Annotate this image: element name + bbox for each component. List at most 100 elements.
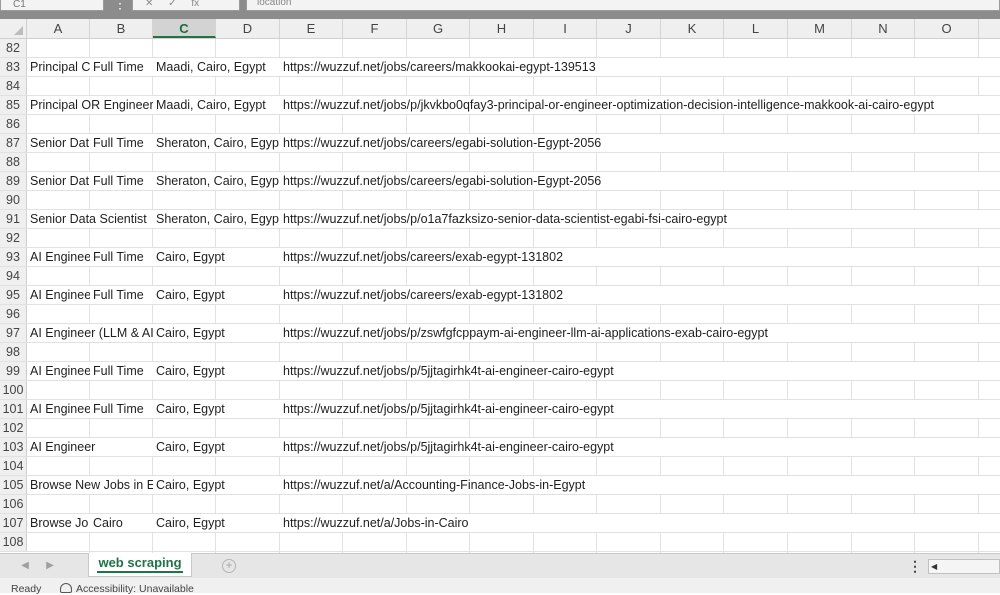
- cell-e[interactable]: https://wuzzuf.net/jobs/p/5jjtagirhk4t-a…: [280, 400, 1000, 418]
- cell-c[interactable]: Maadi, Cairo, Egypt: [153, 58, 280, 76]
- horizontal-scrollbar[interactable]: ◀: [928, 559, 1000, 574]
- cell-b[interactable]: Full Time: [90, 400, 153, 418]
- row-header[interactable]: 107: [0, 514, 27, 532]
- cell-a[interactable]: Browse Jo: [27, 514, 90, 532]
- cell-e[interactable]: https://wuzzuf.net/jobs/careers/makkooka…: [280, 58, 1000, 76]
- cell-e[interactable]: https://wuzzuf.net/jobs/careers/exab-egy…: [280, 248, 1000, 266]
- cell-c[interactable]: Cairo, Egypt: [153, 324, 280, 342]
- cell-e[interactable]: https://wuzzuf.net/jobs/careers/egabi-so…: [280, 172, 1000, 190]
- row-header[interactable]: 98: [0, 343, 27, 361]
- column-header-g[interactable]: G: [407, 19, 470, 38]
- more-options-icon[interactable]: ⋮: [908, 557, 922, 575]
- scroll-left-icon[interactable]: ◀: [931, 561, 941, 572]
- cell-c[interactable]: Sheraton, Cairo, Egyp: [153, 134, 280, 152]
- column-header-b[interactable]: B: [90, 19, 153, 38]
- cell-e[interactable]: https://wuzzuf.net/jobs/p/jkvkbo0qfay3-p…: [280, 96, 1000, 114]
- cell-c[interactable]: Sheraton, Cairo, Egyp: [153, 210, 280, 228]
- row-header[interactable]: 101: [0, 400, 27, 418]
- row-header[interactable]: 93: [0, 248, 27, 266]
- column-header-a[interactable]: A: [27, 19, 90, 38]
- cell-e[interactable]: https://wuzzuf.net/jobs/careers/egabi-so…: [280, 134, 1000, 152]
- row-header[interactable]: 82: [0, 39, 27, 57]
- row-header[interactable]: 92: [0, 229, 27, 247]
- cell-a[interactable]: Senior Dat: [27, 134, 90, 152]
- column-header-o[interactable]: O: [915, 19, 979, 38]
- row-header[interactable]: 89: [0, 172, 27, 190]
- cell-a[interactable]: AI Enginee: [27, 400, 90, 418]
- row-header[interactable]: 95: [0, 286, 27, 304]
- cell-e[interactable]: https://wuzzuf.net/jobs/p/5jjtagirhk4t-a…: [280, 362, 1000, 380]
- column-header-d[interactable]: D: [216, 19, 280, 38]
- cell-a[interactable]: Principal OR Engineer: [27, 96, 153, 114]
- cell-a[interactable]: Senior Dat: [27, 172, 90, 190]
- chevron-left-icon[interactable]: ◀: [18, 558, 32, 574]
- cell-c[interactable]: Cairo, Egypt: [153, 248, 280, 266]
- cell-a[interactable]: AI Enginee: [27, 362, 90, 380]
- enter-icon[interactable]: ✓: [168, 0, 176, 9]
- column-header-i[interactable]: I: [534, 19, 597, 38]
- column-header-e[interactable]: E: [280, 19, 343, 38]
- cell-b[interactable]: Full Time: [90, 172, 153, 190]
- cell-b[interactable]: Full Time: [90, 286, 153, 304]
- column-header-j[interactable]: J: [597, 19, 661, 38]
- cell-c[interactable]: Cairo, Egypt: [153, 476, 280, 494]
- cell-a[interactable]: Principal C: [27, 58, 90, 76]
- cell-e[interactable]: https://wuzzuf.net/jobs/p/5jjtagirhk4t-a…: [280, 438, 1000, 456]
- select-all-button[interactable]: [0, 19, 27, 38]
- row-header[interactable]: 83: [0, 58, 27, 76]
- formula-input[interactable]: location: [246, 0, 1000, 11]
- row-header[interactable]: 96: [0, 305, 27, 323]
- cell-c[interactable]: Cairo, Egypt: [153, 400, 280, 418]
- row-header[interactable]: 88: [0, 153, 27, 171]
- cell-e[interactable]: https://wuzzuf.net/jobs/p/zswfgfcppaym-a…: [280, 324, 1000, 342]
- row-header[interactable]: 86: [0, 115, 27, 133]
- cell-c[interactable]: Cairo, Egypt: [153, 362, 280, 380]
- cancel-icon[interactable]: ✕: [145, 0, 153, 9]
- cell-a[interactable]: Senior Data Scientist: [27, 210, 153, 228]
- cell-a[interactable]: AI Enginee: [27, 248, 90, 266]
- row-header[interactable]: 90: [0, 191, 27, 209]
- cell-e[interactable]: https://wuzzuf.net/jobs/careers/exab-egy…: [280, 286, 1000, 304]
- column-header-h[interactable]: H: [470, 19, 534, 38]
- cell-c[interactable]: Cairo, Egypt: [153, 514, 280, 532]
- sheet-tab-web-scraping[interactable]: web scraping: [88, 553, 192, 577]
- cell-b[interactable]: Full Time: [90, 134, 153, 152]
- row-header[interactable]: 102: [0, 419, 27, 437]
- cell-b[interactable]: Full Time: [90, 248, 153, 266]
- row-header[interactable]: 97: [0, 324, 27, 342]
- cell-e[interactable]: https://wuzzuf.net/jobs/p/o1a7fazksizo-s…: [280, 210, 1000, 228]
- column-header-f[interactable]: F: [343, 19, 407, 38]
- row-header[interactable]: 104: [0, 457, 27, 475]
- row-header[interactable]: 87: [0, 134, 27, 152]
- row-header[interactable]: 105: [0, 476, 27, 494]
- cell-a[interactable]: AI Engineer: [27, 438, 153, 456]
- row-header[interactable]: 85: [0, 96, 27, 114]
- cell-a[interactable]: Browse New Jobs in E: [27, 476, 153, 494]
- plus-circle-icon[interactable]: +: [222, 559, 236, 573]
- row-header[interactable]: 103: [0, 438, 27, 456]
- cell-b[interactable]: Full Time: [90, 58, 153, 76]
- column-header-c[interactable]: C: [153, 19, 216, 38]
- row-header[interactable]: 108: [0, 533, 27, 551]
- chevron-right-icon[interactable]: ▶: [43, 558, 57, 574]
- cell-c[interactable]: Maadi, Cairo, Egypt: [153, 96, 280, 114]
- accessibility-status[interactable]: Accessibility: Unavailable: [60, 583, 194, 595]
- cell-e[interactable]: https://wuzzuf.net/a/Jobs-in-Cairo: [280, 514, 1000, 532]
- row-header[interactable]: 94: [0, 267, 27, 285]
- insert-function-icon[interactable]: fx: [191, 0, 199, 9]
- row-header[interactable]: 99: [0, 362, 27, 380]
- cell-a[interactable]: AI Enginee: [27, 286, 90, 304]
- cell-e[interactable]: https://wuzzuf.net/a/Accounting-Finance-…: [280, 476, 1000, 494]
- column-header-n[interactable]: N: [852, 19, 915, 38]
- cell-b[interactable]: Cairo: [90, 514, 153, 532]
- cell-c[interactable]: Sheraton, Cairo, Egyp: [153, 172, 280, 190]
- row-header[interactable]: 106: [0, 495, 27, 513]
- cell-b[interactable]: Full Time: [90, 362, 153, 380]
- column-header-l[interactable]: L: [724, 19, 788, 38]
- column-header-m[interactable]: M: [788, 19, 852, 38]
- row-header[interactable]: 84: [0, 77, 27, 95]
- column-header-k[interactable]: K: [661, 19, 724, 38]
- formula-bar-resize-handle[interactable]: ⋮: [112, 0, 128, 10]
- name-box[interactable]: C1: [0, 0, 104, 11]
- cell-c[interactable]: Cairo, Egypt: [153, 438, 280, 456]
